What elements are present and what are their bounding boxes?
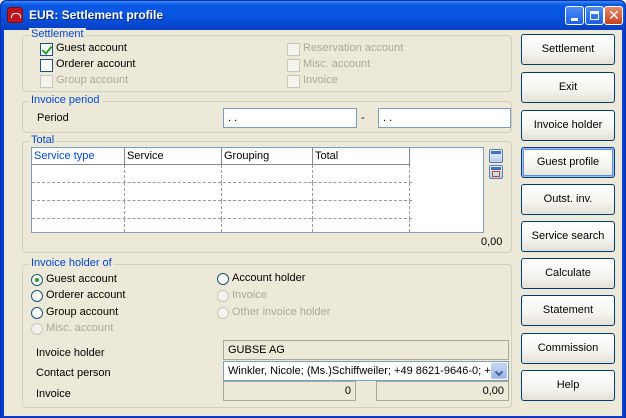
settlement-group: Settlement Guest account Orderer account… — [22, 28, 512, 92]
column-header-grouping[interactable]: Grouping — [222, 148, 313, 165]
services-grid[interactable]: Service type Service Grouping Total — [31, 147, 484, 233]
grid-row[interactable] — [32, 183, 412, 201]
period-from-field[interactable]: . . — [223, 108, 357, 128]
layout-icon — [491, 167, 501, 170]
period-to-field[interactable]: . . — [378, 108, 511, 128]
reservation-account-checkbox[interactable] — [287, 43, 300, 56]
invoice-radio-label: Invoice — [232, 289, 267, 301]
service-search-button[interactable]: Service search — [521, 221, 615, 252]
account-holder-radio-label: Account holder — [232, 272, 306, 284]
invoice-holder-of-group: Invoice holder of Guest account Orderer … — [22, 257, 512, 408]
invoice-holder-label: Invoice holder — [36, 347, 105, 359]
close-button[interactable]: ✕ — [604, 6, 623, 25]
invoice-radio[interactable] — [217, 290, 229, 302]
period-separator: - — [361, 112, 365, 124]
minimize-button[interactable] — [565, 6, 584, 25]
group-account-radio-label: Group account — [46, 306, 119, 318]
statement-button[interactable]: Statement — [521, 295, 615, 326]
grid-row[interactable] — [32, 165, 412, 183]
window-icon — [491, 151, 501, 154]
window-title: EUR: Settlement profile — [29, 8, 164, 22]
invoice-amount-field[interactable]: 0,00 — [376, 381, 509, 401]
minimize-icon — [571, 18, 578, 21]
period-label: Period — [37, 112, 69, 124]
app-icon — [7, 7, 23, 23]
help-button[interactable]: Help — [521, 370, 615, 401]
grid-view-button[interactable] — [489, 149, 503, 163]
orderer-account-checkbox[interactable] — [40, 59, 53, 72]
reservation-account-label: Reservation account — [303, 42, 404, 54]
contact-person-label: Contact person — [36, 367, 111, 379]
invoice-label: Invoice — [303, 74, 338, 86]
total-sum: 0,00 — [481, 236, 503, 248]
invoice-holder-button[interactable]: Invoice holder — [521, 110, 615, 141]
invoice-period-group: Invoice period Period . . - . . — [22, 94, 512, 133]
settlement-legend: Settlement — [29, 28, 86, 40]
invoice-count-label: Invoice — [36, 388, 71, 400]
group-account-radio[interactable] — [31, 307, 43, 319]
total-legend: Total — [29, 134, 57, 146]
grid-row[interactable] — [32, 219, 412, 232]
maximize-button[interactable] — [585, 6, 604, 25]
guest-account-label: Guest account — [56, 42, 127, 54]
grid-row[interactable] — [32, 201, 412, 219]
misc-account-checkbox[interactable] — [287, 59, 300, 72]
commission-button[interactable]: Commission — [521, 333, 615, 364]
account-holder-radio[interactable] — [217, 273, 229, 285]
grid-layout-button[interactable] — [489, 165, 503, 179]
group-account-checkbox[interactable] — [40, 75, 53, 88]
guest-profile-button[interactable]: Guest profile — [521, 147, 615, 178]
invoice-period-legend: Invoice period — [29, 94, 102, 106]
exit-button[interactable]: Exit — [521, 72, 615, 103]
chevron-down-icon[interactable] — [491, 363, 507, 379]
orderer-account-label: Orderer account — [56, 58, 136, 70]
calculate-button[interactable]: Calculate — [521, 258, 615, 289]
close-icon: ✕ — [608, 7, 620, 23]
orderer-account-radio-label: Orderer account — [46, 289, 126, 301]
orderer-account-radio[interactable] — [31, 290, 43, 302]
guest-account-checkbox[interactable] — [40, 43, 53, 56]
column-header-service[interactable]: Service — [125, 148, 222, 165]
contact-person-value: Winkler, Nicole; (Ms.)Schiffweiler; +49 … — [228, 365, 491, 377]
invoice-count-field[interactable]: 0 — [223, 381, 356, 401]
total-group: Total Service type Service Grouping Tota… — [22, 134, 512, 253]
invoice-checkbox[interactable] — [287, 75, 300, 88]
misc-account-label: Misc. account — [303, 58, 371, 70]
outstanding-invoice-button[interactable]: Outst. inv. — [521, 184, 615, 215]
invoice-holder-of-legend: Invoice holder of — [29, 257, 114, 269]
title-bar[interactable]: EUR: Settlement profile ✕ — [1, 1, 625, 30]
contact-person-select[interactable]: Winkler, Nicole; (Ms.)Schiffweiler; +49 … — [223, 361, 509, 381]
other-invoice-holder-radio[interactable] — [217, 307, 229, 319]
column-header-service-type[interactable]: Service type — [32, 148, 125, 165]
maximize-icon — [590, 11, 599, 20]
misc-account-radio[interactable] — [31, 323, 43, 335]
settlement-button[interactable]: Settlement — [521, 34, 615, 65]
guest-account-radio-label: Guest account — [46, 273, 117, 285]
group-account-label: Group account — [56, 74, 129, 86]
dialog-client-area: Settlement Guest account Orderer account… — [4, 28, 622, 416]
settlement-profile-window: EUR: Settlement profile ✕ Settlement Gue… — [0, 0, 626, 418]
column-header-total[interactable]: Total — [313, 148, 410, 165]
other-invoice-holder-radio-label: Other invoice holder — [232, 306, 331, 318]
invoice-holder-field[interactable]: GUBSE AG — [223, 340, 509, 360]
misc-account-radio-label: Misc. account — [46, 322, 114, 334]
guest-account-radio[interactable] — [31, 274, 43, 286]
